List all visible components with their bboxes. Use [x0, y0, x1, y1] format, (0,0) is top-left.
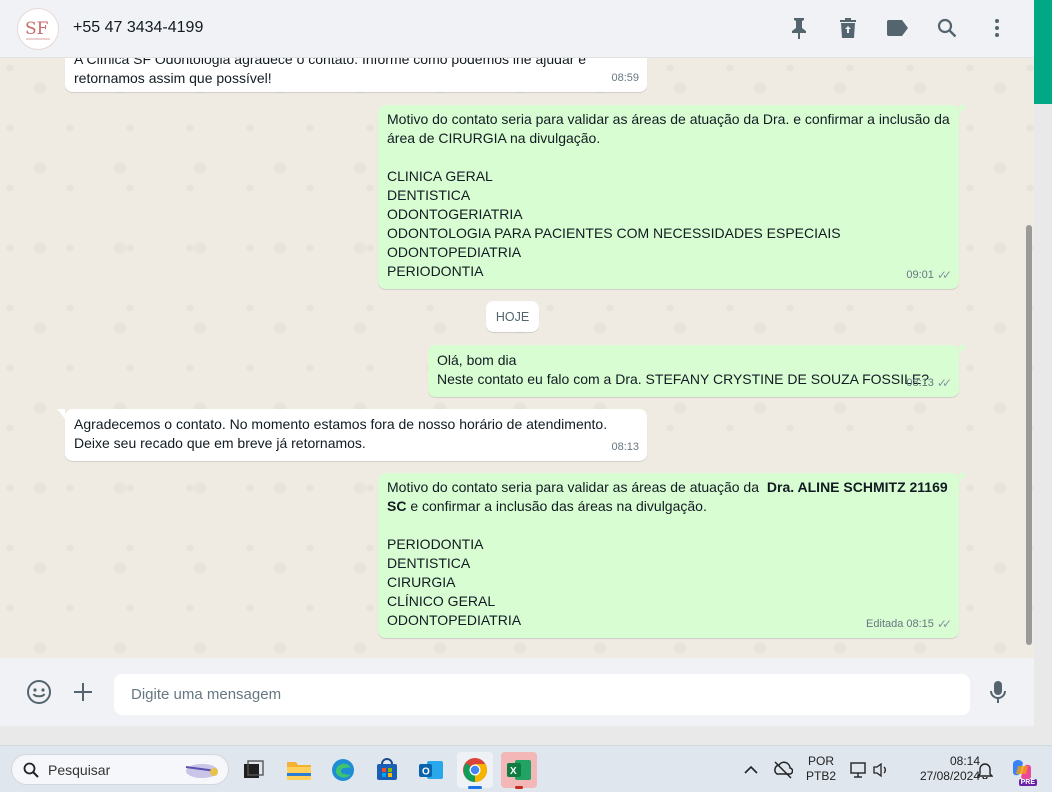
message-text: ODONTOGERIATRIA: [387, 206, 523, 222]
message-meta: 08:13 ✓✓: [906, 374, 952, 393]
message-text: ODONTOPEDIATRIA: [387, 244, 522, 260]
trash-icon[interactable]: [835, 15, 861, 41]
taskbar-search-label: Pesquisar: [48, 762, 111, 778]
message-text: Motivo do contato seria para validar as …: [387, 111, 950, 127]
message-text: Neste contato eu falo com a Dra. STEFANY…: [437, 371, 930, 387]
message-time: 08:13: [906, 377, 934, 389]
svg-text:SF: SF: [25, 19, 49, 39]
windows-taskbar: Pesquisar O X POR PTB2 08:14 27/08/2024 …: [0, 745, 1052, 792]
bubble-tail: [959, 473, 967, 483]
bubble-tail: [57, 409, 65, 419]
message-outgoing[interactable]: Motivo do contato seria para validar as …: [378, 105, 967, 289]
clock-date: 27/08/2024: [919, 769, 980, 783]
message-text: DENTISTICA: [387, 187, 471, 203]
svg-text:X: X: [510, 766, 517, 777]
message-text: área de CIRURGIA na divulgação.: [387, 130, 601, 146]
outlook-icon[interactable]: O: [413, 752, 449, 788]
message-text: Motivo do contato seria para validar as …: [387, 479, 948, 495]
message-time: 09:01: [906, 269, 934, 281]
message-text: [387, 148, 950, 167]
taskbar-search[interactable]: Pesquisar: [11, 754, 229, 785]
copilot-icon[interactable]: PRE: [1006, 752, 1038, 788]
clock[interactable]: 08:14 27/08/2024: [900, 754, 980, 784]
notification-bell-icon[interactable]: [974, 752, 996, 788]
message-meta: 08:59: [611, 69, 639, 88]
search-icon[interactable]: [934, 15, 960, 41]
task-view-icon[interactable]: [235, 752, 271, 788]
message-text: Deixe seu recado que em breve já retorna…: [74, 435, 366, 451]
message-time: 08:13: [611, 441, 639, 453]
message-text: CLÍNICO GERAL: [387, 593, 496, 609]
search-icon: [23, 762, 39, 778]
keyboard-layout: PTB2: [805, 769, 836, 783]
display-icon[interactable]: [846, 752, 872, 788]
attention-indicator: [515, 786, 523, 789]
message-text: SC e confirmar a inclusão das áreas na d…: [387, 498, 707, 514]
message-list[interactable]: A Clínica SF Odontologia agradece o cont…: [0, 58, 1034, 658]
read-receipt-icon: ✓✓: [936, 376, 952, 390]
message-text: CLINICA GERAL: [387, 168, 493, 184]
input-language[interactable]: POR PTB2: [804, 754, 838, 784]
message-text: DENTISTICA: [387, 555, 471, 571]
message-text: A Clínica SF Odontologia agradece o cont…: [74, 58, 587, 67]
background-window-edge: [1034, 0, 1052, 104]
message-time: 08:15: [906, 618, 934, 630]
message-meta: 08:13: [611, 438, 639, 457]
excel-icon[interactable]: X: [501, 752, 537, 789]
network-offline-icon[interactable]: [768, 752, 798, 788]
message-outgoing[interactable]: Motivo do contato seria para validar as …: [378, 473, 967, 638]
message-incoming[interactable]: A Clínica SF Odontologia agradece o cont…: [65, 58, 647, 92]
edge-icon[interactable]: [325, 752, 361, 788]
message-text: Olá, bom dia: [437, 352, 517, 368]
message-meta: 09:01 ✓✓: [906, 266, 952, 285]
plus-icon[interactable]: [69, 678, 97, 706]
message-text: CIRURGIA: [387, 574, 456, 590]
message-input[interactable]: Digite uma mensagem: [114, 674, 970, 715]
message-input-placeholder: Digite uma mensagem: [131, 686, 282, 703]
pin-icon[interactable]: [786, 15, 812, 41]
message-text: PERIODONTIA: [387, 536, 484, 552]
chrome-icon[interactable]: [457, 752, 493, 789]
scrollbar-thumb[interactable]: [1026, 225, 1032, 645]
microsoft-store-icon[interactable]: [369, 752, 405, 788]
edited-label: Editada: [866, 618, 904, 630]
message-meta: Editada 08:15 ✓✓: [866, 615, 952, 634]
message-text: ODONTOLOGIA PARA PACIENTES COM NECESSIDA…: [387, 225, 841, 241]
language-code: POR: [807, 754, 834, 768]
volume-icon[interactable]: [870, 752, 892, 788]
contact-name[interactable]: +55 47 3434-4199: [73, 19, 203, 37]
clock-time: 08:14: [949, 754, 980, 768]
chat-scrollbar[interactable]: [1025, 60, 1033, 656]
chevron-up-icon[interactable]: [738, 752, 764, 788]
file-explorer-icon[interactable]: [281, 752, 317, 788]
message-text: Agradecemos o contato. No momento estamo…: [74, 416, 608, 432]
clinic-logo-icon: SF: [25, 19, 50, 40]
message-time: 08:59: [611, 72, 639, 84]
active-app-indicator: [468, 786, 482, 789]
svg-text:O: O: [422, 767, 430, 778]
bubble-tail: [959, 345, 967, 355]
microphone-icon[interactable]: [984, 678, 1012, 706]
message-outgoing[interactable]: Olá, bom dia Neste contato eu falo com a…: [428, 345, 967, 397]
copilot-badge: PRE: [1018, 779, 1037, 786]
message-text: [387, 516, 950, 535]
read-receipt-icon: ✓✓: [936, 268, 952, 282]
day-separator: HOJE: [486, 301, 539, 332]
emoji-icon[interactable]: [25, 678, 53, 706]
message-text: PERIODONTIA: [387, 263, 484, 279]
read-receipt-icon: ✓✓: [936, 617, 952, 631]
label-icon[interactable]: [885, 15, 911, 41]
message-text: retornamos assim que possível!: [74, 70, 272, 86]
compose-bar: Digite uma mensagem: [0, 658, 1034, 726]
message-incoming[interactable]: Agradecemos o contato. No momento estamo…: [57, 409, 647, 461]
more-vertical-icon[interactable]: [984, 15, 1010, 41]
avatar[interactable]: SF: [17, 8, 59, 50]
whatsapp-window: SF +55 47 3434-4199 A Clínica SF Odontol…: [0, 0, 1034, 726]
search-highlight-icon: [185, 764, 218, 778]
chat-header: SF +55 47 3434-4199: [0, 0, 1034, 58]
bubble-tail: [959, 105, 967, 115]
